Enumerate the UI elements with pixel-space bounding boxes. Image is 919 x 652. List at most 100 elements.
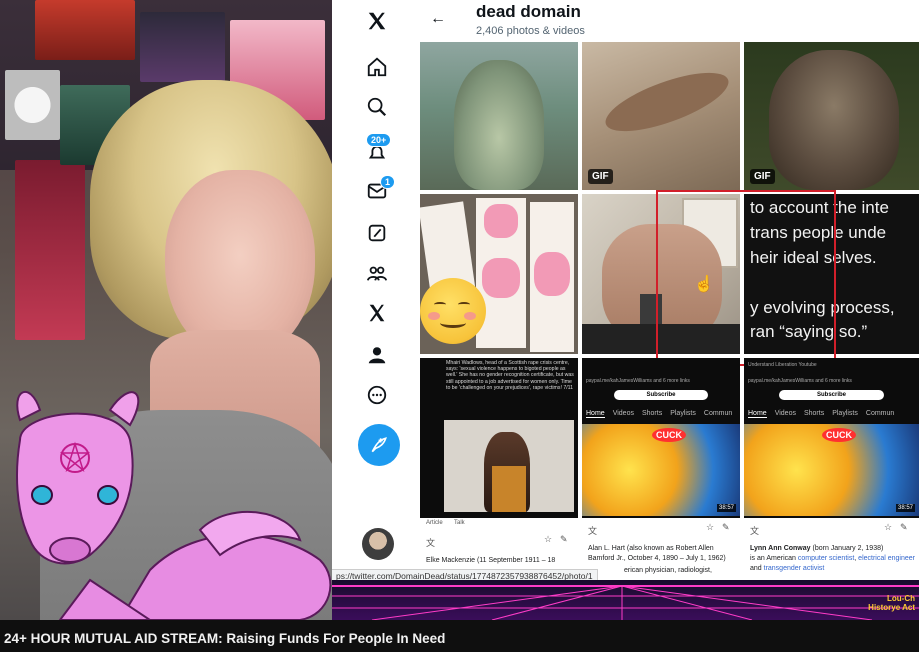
yt-tab-community[interactable]: Commun <box>704 410 732 418</box>
wiki-snippet: 文 ☆ ✎ Lynn Ann Conway (born January 2, 1… <box>744 518 919 582</box>
media-tile-yt-1[interactable]: paypal.me/kahJamesWilliams and 6 more li… <box>582 358 740 582</box>
edit-icon: ✎ <box>560 534 568 544</box>
avatar[interactable] <box>362 528 394 560</box>
goat-mascot-icon <box>16 390 332 620</box>
video-duration: 38:57 <box>895 504 915 512</box>
lists-icon[interactable] <box>362 218 392 248</box>
yt-tab-videos[interactable]: Videos <box>613 410 634 418</box>
yt-tab-community[interactable]: Commun <box>866 410 894 418</box>
wiki-link[interactable]: transgender activist <box>764 565 825 572</box>
x-sidebar: 20+ 1 <box>332 0 420 582</box>
wiki-text: is an American <box>750 555 798 562</box>
gif-badge: GIF <box>750 169 775 184</box>
translate-icon: 文 <box>588 526 598 536</box>
blush-emoji-icon <box>420 278 486 344</box>
yt-tab-videos[interactable]: Videos <box>775 410 796 418</box>
translate-icon: 文 <box>426 538 436 548</box>
poster <box>140 12 225 82</box>
star-icon: ☆ <box>544 534 553 544</box>
star-icon: ☆ <box>706 522 715 532</box>
x-logo-icon[interactable] <box>362 6 392 36</box>
media-count: 2,406 photos & videos <box>476 25 585 37</box>
yt-links: paypal.me/kahJamesWilliams and 6 more li… <box>748 378 852 384</box>
wiki-link[interactable]: electrical engineer <box>858 555 915 562</box>
media-grid: GIF GIF ☝ to account the inte trans peop… <box>420 42 919 582</box>
wiki-link[interactable]: computer scientist <box>798 555 854 562</box>
yt-tab-home[interactable]: Home <box>586 410 605 418</box>
premium-icon[interactable] <box>362 298 392 328</box>
quill-icon <box>371 437 387 453</box>
yt-thumbnail: CUCK 38:57 <box>744 424 919 516</box>
comic-bubble: CUCK <box>822 428 856 442</box>
wiki-text: and <box>750 565 764 572</box>
yt-tab-shorts[interactable]: Shorts <box>642 410 662 418</box>
back-arrow-icon[interactable]: ← <box>430 10 446 28</box>
gif-badge: GIF <box>588 169 613 184</box>
messages-badge: 1 <box>380 175 396 189</box>
profile-icon[interactable] <box>362 340 392 370</box>
creature-tendril <box>599 60 735 144</box>
media-tile-yt-2[interactable]: Understand Liberation Youtube paypal.me/… <box>744 358 919 582</box>
yt-thumbnail: CUCK 38:57 <box>582 424 740 516</box>
subscribe-button[interactable]: Subscribe <box>613 390 709 400</box>
sticker-sheet <box>476 198 526 348</box>
yt-links: paypal.me/kahJamesWilliams and 6 more li… <box>586 378 690 384</box>
ape-figure <box>769 50 899 190</box>
overlay-label-line-1: Lou-Ch <box>887 594 915 603</box>
video-title: 24+ HOUR MUTUAL AID STREAM: Raising Fund… <box>0 620 919 652</box>
media-header: ← dead domain 2,406 photos & videos <box>420 0 919 42</box>
wiki-born: (born January 2, 1938) <box>810 545 884 552</box>
overlay-corner-label: Lou-Ch Historye Act <box>868 594 915 612</box>
tweet-caption: Mhairi Wadlows, head of a Scottish rape … <box>446 360 574 391</box>
wiki-snippet: 文 ☆ ✎ Alan L. Hart (also known as Robert… <box>582 518 740 582</box>
wiki-tab-article: Article <box>426 520 443 526</box>
sticker-sheet <box>530 202 574 352</box>
wiki-name: Lynn Ann Conway <box>750 545 811 552</box>
wiki-line-3: and transgender activist <box>750 564 825 573</box>
red-highlight-box <box>656 190 836 366</box>
yt-tab-playlists[interactable]: Playlists <box>670 410 696 418</box>
notifications-badge: 20+ <box>366 133 392 147</box>
media-tile-gif-1[interactable]: GIF <box>582 42 740 190</box>
communities-icon[interactable] <box>362 258 392 288</box>
translate-icon: 文 <box>750 526 760 536</box>
video-duration: 38:57 <box>716 504 736 512</box>
yt-header-text: Understand Liberation Youtube <box>748 362 817 368</box>
poster <box>35 0 135 60</box>
yt-tabs: Home Videos Shorts Playlists Commun <box>582 410 740 418</box>
media-tile-gif-2[interactable]: GIF <box>744 42 919 190</box>
stream-frame: 20+ 1 ← dead domain 2,406 photos & video… <box>0 0 919 620</box>
wiki-line-1: Lynn Ann Conway (born January 2, 1938) <box>750 544 884 553</box>
tweet-photo <box>444 420 574 512</box>
poster <box>5 70 60 140</box>
page-title: dead domain <box>476 2 581 21</box>
more-icon[interactable] <box>362 380 392 410</box>
wiki-tab-talk: Talk <box>454 520 465 526</box>
browser-window: 20+ 1 ← dead domain 2,406 photos & video… <box>332 0 919 582</box>
wiki-line-1: Alan L. Hart (also known as Robert Allen <box>588 544 714 553</box>
media-tile-stickers[interactable] <box>420 194 578 354</box>
search-icon[interactable] <box>362 92 392 122</box>
subscribe-button[interactable]: Subscribe <box>779 390 884 400</box>
yt-tabs: Home Videos Shorts Playlists Commun <box>744 410 919 418</box>
media-tile-tweet[interactable]: Mhairi Wadlows, head of a Scottish rape … <box>420 358 578 582</box>
yt-tab-playlists[interactable]: Playlists <box>832 410 858 418</box>
synthwave-overlay <box>332 580 919 620</box>
wiki-line-2: is an American computer scientist, elect… <box>750 554 915 563</box>
media-tile-monster[interactable] <box>420 42 578 190</box>
edit-icon: ✎ <box>900 522 908 532</box>
yt-tab-home[interactable]: Home <box>748 410 767 418</box>
compose-button[interactable] <box>358 424 400 466</box>
comic-bubble: CUCK <box>652 428 686 442</box>
star-icon: ☆ <box>884 522 893 532</box>
neon-grid <box>332 585 919 620</box>
wiki-text: Elke Mackenzie (11 September 1911 – 18 <box>426 556 556 565</box>
monster-figure <box>454 60 544 190</box>
overlay-label-line-2: Historye Act <box>868 603 915 612</box>
edit-icon: ✎ <box>722 522 730 532</box>
yt-tab-shorts[interactable]: Shorts <box>804 410 824 418</box>
poster <box>15 160 85 340</box>
home-icon[interactable] <box>362 52 392 82</box>
wiki-line-3: erican physician, radiologist, <box>624 566 712 575</box>
wiki-line-2: Bamford Jr., October 4, 1890 – July 1, 1… <box>588 554 726 563</box>
